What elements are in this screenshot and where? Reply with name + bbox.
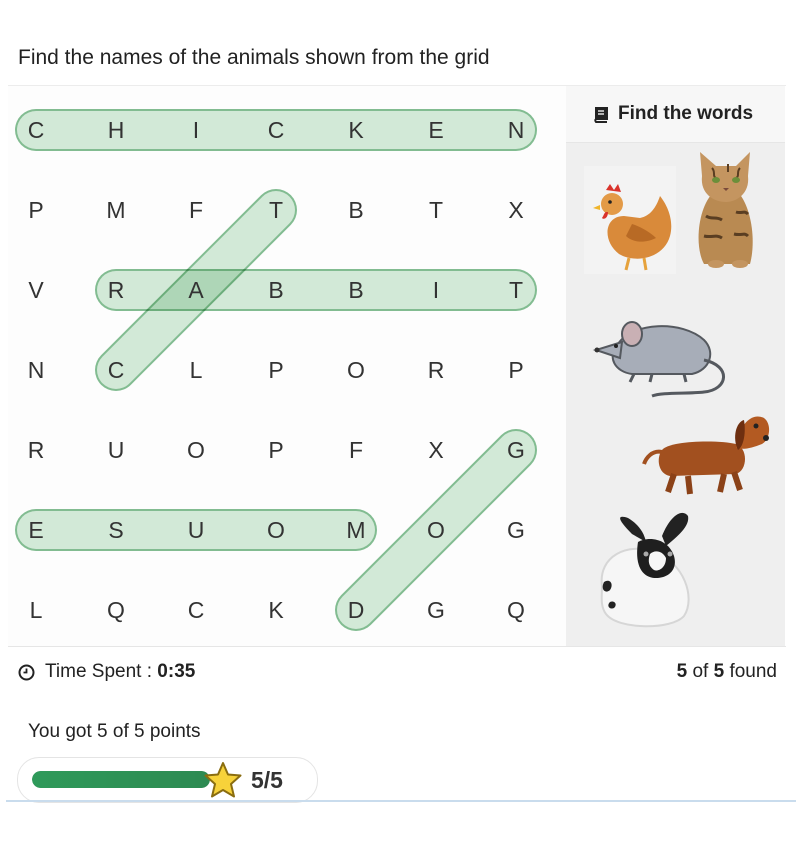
grid-cell[interactable]: P: [256, 430, 296, 470]
grid-cell[interactable]: O: [256, 510, 296, 550]
found-of: of: [687, 661, 714, 682]
grid-cell[interactable]: N: [496, 110, 536, 150]
grid-cell[interactable]: K: [256, 590, 296, 630]
cat-picture: [698, 152, 753, 268]
score-text: You got 5 of 5 points: [28, 721, 201, 742]
grid-cell[interactable]: B: [336, 270, 376, 310]
star-icon: [204, 762, 242, 798]
found-count: 5: [676, 661, 688, 682]
grid-cell[interactable]: T: [416, 190, 456, 230]
grid-cell[interactable]: C: [96, 350, 136, 390]
footer-divider: [6, 800, 796, 802]
found-suffix: found: [724, 661, 777, 682]
grid-cell[interactable]: G: [416, 590, 456, 630]
time-spent-label: Time Spent :: [45, 661, 158, 682]
word-list-header: Find the words: [566, 86, 785, 143]
grid-cell[interactable]: V: [16, 270, 56, 310]
grid-cell[interactable]: T: [256, 190, 296, 230]
chicken-picture: [584, 166, 676, 274]
grid-cell[interactable]: E: [416, 110, 456, 150]
grid-cell[interactable]: C: [256, 110, 296, 150]
progress-fill: [32, 771, 210, 788]
grid-cell[interactable]: M: [336, 510, 376, 550]
grid-cell[interactable]: C: [176, 590, 216, 630]
question-text: Find the names of the animals shown from…: [18, 46, 490, 69]
grid-cell[interactable]: G: [496, 430, 536, 470]
found-counter: 5 of 5 found: [677, 661, 777, 683]
grid-cell[interactable]: O: [176, 430, 216, 470]
grid-cell[interactable]: L: [16, 590, 56, 630]
grid-cell[interactable]: U: [96, 430, 136, 470]
grid-cell[interactable]: O: [416, 510, 456, 550]
grid-cell[interactable]: G: [496, 510, 536, 550]
found-total: 5: [713, 661, 725, 682]
grid-cell[interactable]: R: [16, 430, 56, 470]
grid-cell[interactable]: F: [176, 190, 216, 230]
mouse-picture: [592, 321, 725, 398]
dog-picture: [642, 416, 770, 495]
progress-track: [32, 771, 210, 788]
rabbit-picture: [600, 512, 690, 628]
time-spent: Time Spent : 0:35: [45, 661, 195, 683]
word-list-panel: Find the words: [566, 86, 785, 646]
grid-cell[interactable]: F: [336, 430, 376, 470]
divider: [8, 646, 786, 647]
clock-icon: [18, 664, 35, 681]
grid-cell[interactable]: R: [416, 350, 456, 390]
grid-cell[interactable]: O: [336, 350, 376, 390]
grid-cell[interactable]: A: [176, 270, 216, 310]
grid-cell[interactable]: Q: [496, 590, 536, 630]
grid-cell[interactable]: R: [96, 270, 136, 310]
word-grid[interactable]: CHICKENPMFTBTXVRABBITNCLPORPRUOPFXGESUOM…: [8, 86, 566, 646]
grid-cell[interactable]: I: [176, 110, 216, 150]
grid-cell[interactable]: K: [336, 110, 376, 150]
grid-cell[interactable]: B: [336, 190, 376, 230]
grid-cell[interactable]: P: [496, 350, 536, 390]
book-icon: [594, 107, 608, 123]
grid-cell[interactable]: E: [16, 510, 56, 550]
score-progress: 5/5: [17, 757, 318, 803]
time-spent-value: 0:35: [157, 661, 196, 682]
grid-cell[interactable]: T: [496, 270, 536, 310]
grid-cell[interactable]: P: [256, 350, 296, 390]
grid-cell[interactable]: N: [16, 350, 56, 390]
grid-cell[interactable]: M: [96, 190, 136, 230]
grid-cell[interactable]: C: [16, 110, 56, 150]
grid-cell[interactable]: I: [416, 270, 456, 310]
grid-cell[interactable]: X: [496, 190, 536, 230]
grid-cell[interactable]: B: [256, 270, 296, 310]
word-list-title: Find the words: [618, 103, 754, 124]
grid-cell[interactable]: Q: [96, 590, 136, 630]
grid-cell[interactable]: L: [176, 350, 216, 390]
grid-cell[interactable]: H: [96, 110, 136, 150]
grid-cell[interactable]: X: [416, 430, 456, 470]
grid-cell[interactable]: S: [96, 510, 136, 550]
score-display: 5/5: [251, 767, 283, 793]
grid-cell[interactable]: D: [336, 590, 376, 630]
grid-cell[interactable]: U: [176, 510, 216, 550]
grid-cell[interactable]: P: [16, 190, 56, 230]
